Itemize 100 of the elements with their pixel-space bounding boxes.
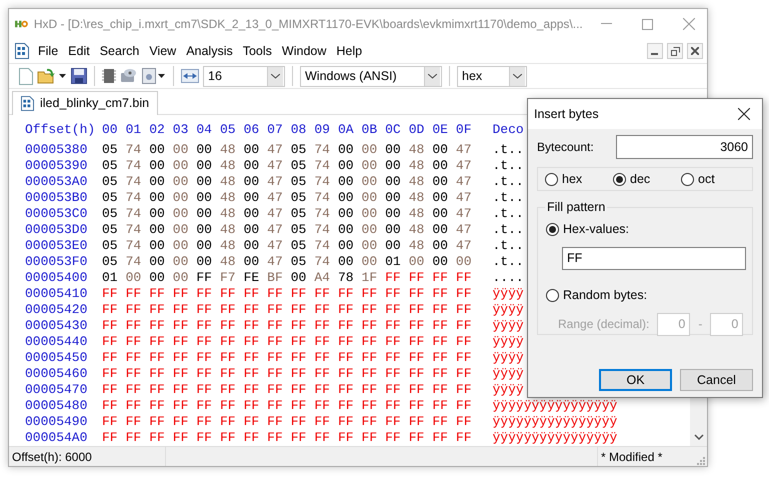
byte-cell-text: FF — [267, 430, 284, 446]
byte-cell-text: FF — [362, 366, 378, 382]
byte-cell-text: 05 — [290, 238, 308, 254]
menu-item[interactable]: Help — [331, 40, 368, 62]
byte-cell-text: 47 — [456, 142, 473, 158]
document-icon — [21, 96, 34, 111]
menu-item[interactable]: Search — [94, 40, 144, 62]
fill-option-radio[interactable]: Random bytes: — [546, 286, 648, 304]
base-radio[interactable]: hex — [545, 170, 613, 188]
byte-cell-text: FF — [338, 302, 355, 318]
byte-cell-text: FF — [126, 366, 142, 382]
menu-item[interactable]: Tools — [238, 40, 277, 62]
byte-cell-text: 00 — [149, 142, 166, 158]
byte-cell-text: FF — [385, 430, 402, 446]
byte-cell-text: FF — [172, 414, 190, 430]
offset-cell-text: 00005460 — [24, 366, 88, 382]
bytes-per-row-dropdown[interactable]: 16 — [203, 66, 285, 86]
byte-cell-text: FF — [244, 286, 260, 302]
byte-cell-text: FF — [314, 334, 331, 350]
byte-cell-text: 74 — [126, 158, 142, 174]
menu-item[interactable]: View — [144, 40, 182, 62]
byte-cell-text: FF — [314, 302, 331, 318]
byte-cell-text: FF — [102, 286, 119, 302]
hex-values-field[interactable]: FF — [562, 246, 746, 270]
byte-cell-text: 05 — [102, 190, 119, 206]
column-header: Offset(h) — [24, 122, 96, 138]
menu-item[interactable]: Window — [276, 40, 332, 62]
byte-cell-text: FE — [244, 270, 260, 286]
menu-item[interactable]: Analysis — [181, 40, 238, 62]
byte-cell-text: FF — [196, 270, 213, 286]
byte-cell-text: 05 — [102, 254, 119, 270]
byte-cell-text: 78 — [338, 270, 355, 286]
decoded-text: .t.. — [492, 174, 524, 190]
mdi-close-button[interactable] — [687, 43, 703, 59]
byte-cell-text: FF — [102, 318, 119, 334]
offset-cell-text: 000053E0 — [24, 238, 88, 254]
byte-cell-text: 74 — [314, 190, 331, 206]
byte-cell-text: 00 — [432, 174, 449, 190]
byte-cell-text: FF — [432, 318, 449, 334]
base-radio[interactable]: dec — [613, 170, 681, 188]
offset-cell-text: 00005390 — [24, 158, 88, 174]
decoded-text: ÿÿÿÿÿÿÿÿÿÿÿÿÿÿÿÿ — [492, 414, 618, 430]
offset-base-dropdown[interactable]: hex — [457, 66, 527, 86]
byte-cell-text: FF — [196, 286, 213, 302]
byte-cell-text: 00 — [196, 174, 213, 190]
file-tab[interactable]: iled_blinky_cm7.bin — [12, 91, 158, 115]
offset-cell-text: 00005420 — [24, 302, 88, 318]
byte-cell-text: FF — [432, 398, 449, 414]
byte-cell-text: 74 — [126, 142, 142, 158]
byte-cell-text: FF — [149, 318, 166, 334]
byte-cell-text: FF — [362, 318, 378, 334]
mdi-restore-button[interactable] — [667, 43, 683, 59]
open-button[interactable] — [37, 68, 67, 84]
charset-dropdown[interactable]: Windows (ANSI) — [300, 66, 442, 86]
menu-item[interactable]: Edit — [63, 40, 95, 62]
byte-cell-text: FF — [267, 318, 284, 334]
byte-cell-text: FF — [126, 334, 142, 350]
byte-cell-text: FF — [362, 398, 378, 414]
byte-cell-text: 48 — [220, 174, 237, 190]
byte-cell-text: FF — [102, 430, 119, 446]
menu-item[interactable]: File — [33, 40, 64, 62]
byte-cell-text: FF — [385, 382, 402, 398]
byte-cell-text: FF — [456, 430, 473, 446]
byte-cell-text: FF — [456, 334, 473, 350]
byte-cell-text: FF — [456, 270, 473, 286]
byte-cell-text: 48 — [220, 238, 237, 254]
byte-cell-text: 48 — [408, 206, 426, 222]
byte-cell-text: 05 — [290, 158, 308, 174]
file-view-button[interactable] — [142, 68, 166, 84]
byte-cell-text: 00 — [432, 142, 449, 158]
bytecount-field[interactable]: 3060 — [616, 135, 753, 159]
fill-option-radio[interactable]: Hex-values: — [546, 220, 629, 239]
byte-cell-text: 00 — [172, 174, 190, 190]
byte-cell-text: FF — [290, 350, 308, 366]
byte-cell-text: FF — [408, 302, 426, 318]
byte-cell-text: FF — [456, 318, 473, 334]
byte-cell-text: FF — [456, 398, 473, 414]
byte-cell-text: FF — [220, 286, 237, 302]
save-button[interactable] — [71, 68, 87, 84]
offset-cell-text: 00005470 — [24, 382, 88, 398]
byte-cell-text: FF — [196, 366, 213, 382]
close-icon — [691, 47, 699, 55]
byte-cell-text: FF — [244, 302, 260, 318]
memory-chip-icon[interactable] — [102, 68, 116, 84]
dialog-button[interactable]: Cancel — [680, 369, 753, 391]
byte-cell-text: FF — [244, 382, 260, 398]
mdi-minimize-button[interactable] — [647, 43, 663, 59]
scroll-down-icon[interactable] — [694, 434, 704, 440]
byte-cell-text: FF — [267, 334, 284, 350]
dialog-button[interactable]: OK — [599, 369, 672, 391]
byte-cell-text: 48 — [408, 222, 426, 238]
byte-cell-text: FF — [408, 414, 426, 430]
byte-cell-text: 00 — [172, 142, 190, 158]
byte-cell-text: FF — [172, 286, 190, 302]
byte-cell-text: 00 — [149, 254, 166, 270]
byte-cell-text: 74 — [314, 238, 331, 254]
byte-cell-text: 00 — [244, 174, 260, 190]
byte-cell-text: 00 — [338, 174, 355, 190]
base-radio[interactable]: oct — [681, 170, 731, 188]
byte-cell-text: 74 — [314, 222, 331, 238]
